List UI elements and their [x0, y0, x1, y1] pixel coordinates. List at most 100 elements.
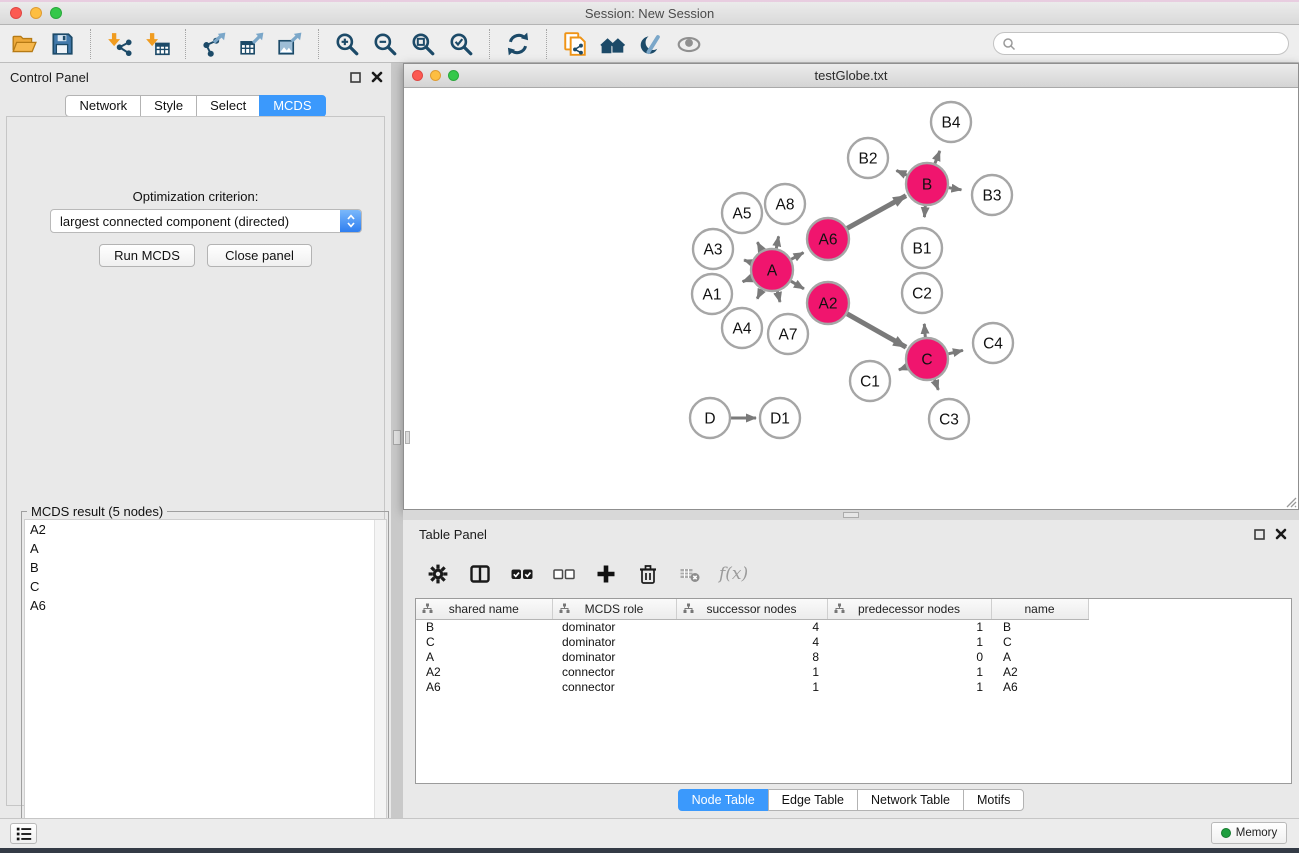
scrollbar-track[interactable]	[374, 520, 386, 849]
graph-edge-A-A7[interactable]	[777, 291, 780, 302]
graph-edge-C-C4[interactable]	[948, 350, 963, 354]
cell-filler	[1088, 619, 1292, 634]
mcds-result-item[interactable]: A	[25, 539, 386, 558]
canvas-grip[interactable]	[405, 431, 410, 444]
graph-edge-A-A8[interactable]	[776, 236, 778, 248]
mcds-result-item[interactable]: B	[25, 558, 386, 577]
refresh-layout-icon[interactable]	[499, 27, 537, 61]
graph-edge-A6-B[interactable]	[847, 196, 906, 229]
save-session-icon[interactable]	[43, 27, 81, 61]
show-graphics-details-icon[interactable]	[670, 27, 708, 61]
graph-edge-C-C3[interactable]	[935, 380, 939, 390]
toolbar-separator	[546, 29, 547, 59]
run-mcds-button[interactable]: Run MCDS	[99, 244, 195, 267]
close-panel-icon[interactable]	[371, 71, 383, 83]
close-panel-icon[interactable]	[1275, 528, 1287, 540]
tab-mcds[interactable]: MCDS	[259, 95, 325, 117]
column-header-name[interactable]: name	[991, 599, 1088, 619]
column-header-shared-name[interactable]: shared name	[416, 599, 552, 619]
table-tabs: Node TableEdge TableNetwork TableMotifs	[403, 789, 1299, 811]
new-network-from-file-icon[interactable]	[556, 27, 594, 61]
table-row[interactable]: Adominator80A	[416, 649, 1292, 664]
table-cell: A	[416, 649, 552, 664]
table-settings-gear-icon[interactable]	[425, 561, 451, 587]
zoom-fit-icon[interactable]	[404, 27, 442, 61]
network-window-titlebar[interactable]: testGlobe.txt	[404, 64, 1298, 88]
table-row[interactable]: A6connector11A6	[416, 679, 1292, 694]
network-canvas[interactable]: B4B2BB3B1A5A8A6A3AA1A2C2A4A7CC4C1C3DD1	[404, 88, 1298, 509]
mcds-result-item[interactable]: A2	[25, 520, 386, 539]
import-table-icon[interactable]	[138, 27, 176, 61]
graph-edge-B-B1[interactable]	[924, 206, 925, 217]
node-table: shared nameMCDS rolesuccessor nodesprede…	[415, 598, 1292, 784]
tab-network-table[interactable]: Network Table	[857, 789, 964, 811]
vertical-splitter[interactable]	[391, 63, 403, 818]
memory-button[interactable]: Memory	[1211, 822, 1287, 844]
column-header-MCDS-role[interactable]: MCDS role	[552, 599, 676, 619]
graph-edge-C-C2[interactable]	[924, 324, 925, 337]
graph-edge-C-C1[interactable]	[899, 367, 907, 370]
zoom-selected-icon[interactable]	[442, 27, 480, 61]
optimization-criterion-select[interactable]: largest connected component (directed)	[50, 209, 362, 233]
create-column-plus-icon[interactable]	[593, 561, 619, 587]
graph-node-label: A6	[819, 232, 838, 249]
resize-grip-icon[interactable]	[1283, 494, 1297, 508]
close-panel-button[interactable]: Close panel	[207, 244, 312, 267]
search-field[interactable]	[993, 32, 1289, 55]
splitter-grip[interactable]	[393, 430, 401, 445]
graph-edge-A-A6[interactable]	[791, 253, 803, 260]
splitter-grip[interactable]	[843, 512, 859, 518]
table-cell: A6	[416, 679, 552, 694]
tab-motifs[interactable]: Motifs	[963, 789, 1024, 811]
task-history-button[interactable]	[10, 823, 37, 844]
split-table-view-icon[interactable]	[467, 561, 493, 587]
tab-select[interactable]: Select	[196, 95, 260, 117]
unselect-all-columns-icon[interactable]	[551, 561, 577, 587]
tab-edge-table[interactable]: Edge Table	[768, 789, 858, 811]
float-panel-icon[interactable]	[1254, 529, 1265, 540]
mcds-result-item[interactable]: C	[25, 577, 386, 596]
tab-network[interactable]: Network	[65, 95, 141, 117]
graph-edge-A-A3[interactable]	[744, 260, 751, 263]
horizontal-splitter[interactable]	[403, 510, 1299, 520]
table-row[interactable]: Bdominator41B	[416, 619, 1292, 634]
function-builder-icon[interactable]: f(x)	[719, 561, 748, 587]
graph-edge-A-A2[interactable]	[791, 281, 804, 289]
column-header-predecessor-nodes[interactable]: predecessor nodes	[827, 599, 991, 619]
session-home-icon[interactable]	[594, 27, 632, 61]
column-type-icon	[834, 603, 845, 617]
graph-edge-B-B3[interactable]	[949, 188, 962, 190]
tab-style[interactable]: Style	[140, 95, 197, 117]
delete-column-trash-icon[interactable]	[635, 561, 661, 587]
graph-edge-A-A1[interactable]	[743, 278, 752, 282]
mcds-result-box: MCDS result (5 nodes) A2ABCA6	[21, 511, 389, 852]
graph-edge-A-A4[interactable]	[757, 290, 762, 299]
table-cell: A2	[416, 664, 552, 679]
float-panel-icon[interactable]	[350, 72, 361, 83]
table-row[interactable]: Cdominator41C	[416, 634, 1292, 649]
search-input[interactable]	[1016, 37, 1288, 51]
import-network-icon[interactable]	[100, 27, 138, 61]
table-row[interactable]: A2connector11A2	[416, 664, 1292, 679]
select-all-columns-icon[interactable]	[509, 561, 535, 587]
graph-node-label: A8	[776, 197, 795, 214]
tab-node-table[interactable]: Node Table	[678, 789, 769, 811]
graph-edge-A-A5[interactable]	[757, 242, 761, 250]
graph-node-label: B3	[983, 188, 1002, 205]
graph-edge-B-B2[interactable]	[896, 171, 907, 176]
export-network-icon[interactable]	[195, 27, 233, 61]
graph-edge-B-B4[interactable]	[935, 151, 940, 164]
export-table-icon[interactable]	[233, 27, 271, 61]
table-cell: B	[991, 619, 1088, 634]
graph-edge-A2-C[interactable]	[847, 314, 906, 347]
column-header-successor-nodes[interactable]: successor nodes	[676, 599, 827, 619]
export-image-icon[interactable]	[271, 27, 309, 61]
zoom-out-icon[interactable]	[366, 27, 404, 61]
mcds-result-item[interactable]: A6	[25, 596, 386, 615]
table-cell: 1	[827, 664, 991, 679]
delete-table-icon[interactable]	[677, 561, 703, 587]
zoom-in-icon[interactable]	[328, 27, 366, 61]
vizmapper-toggle-icon[interactable]	[632, 27, 670, 61]
open-session-icon[interactable]	[5, 27, 43, 61]
mcds-result-list[interactable]: A2ABCA6	[24, 519, 387, 850]
